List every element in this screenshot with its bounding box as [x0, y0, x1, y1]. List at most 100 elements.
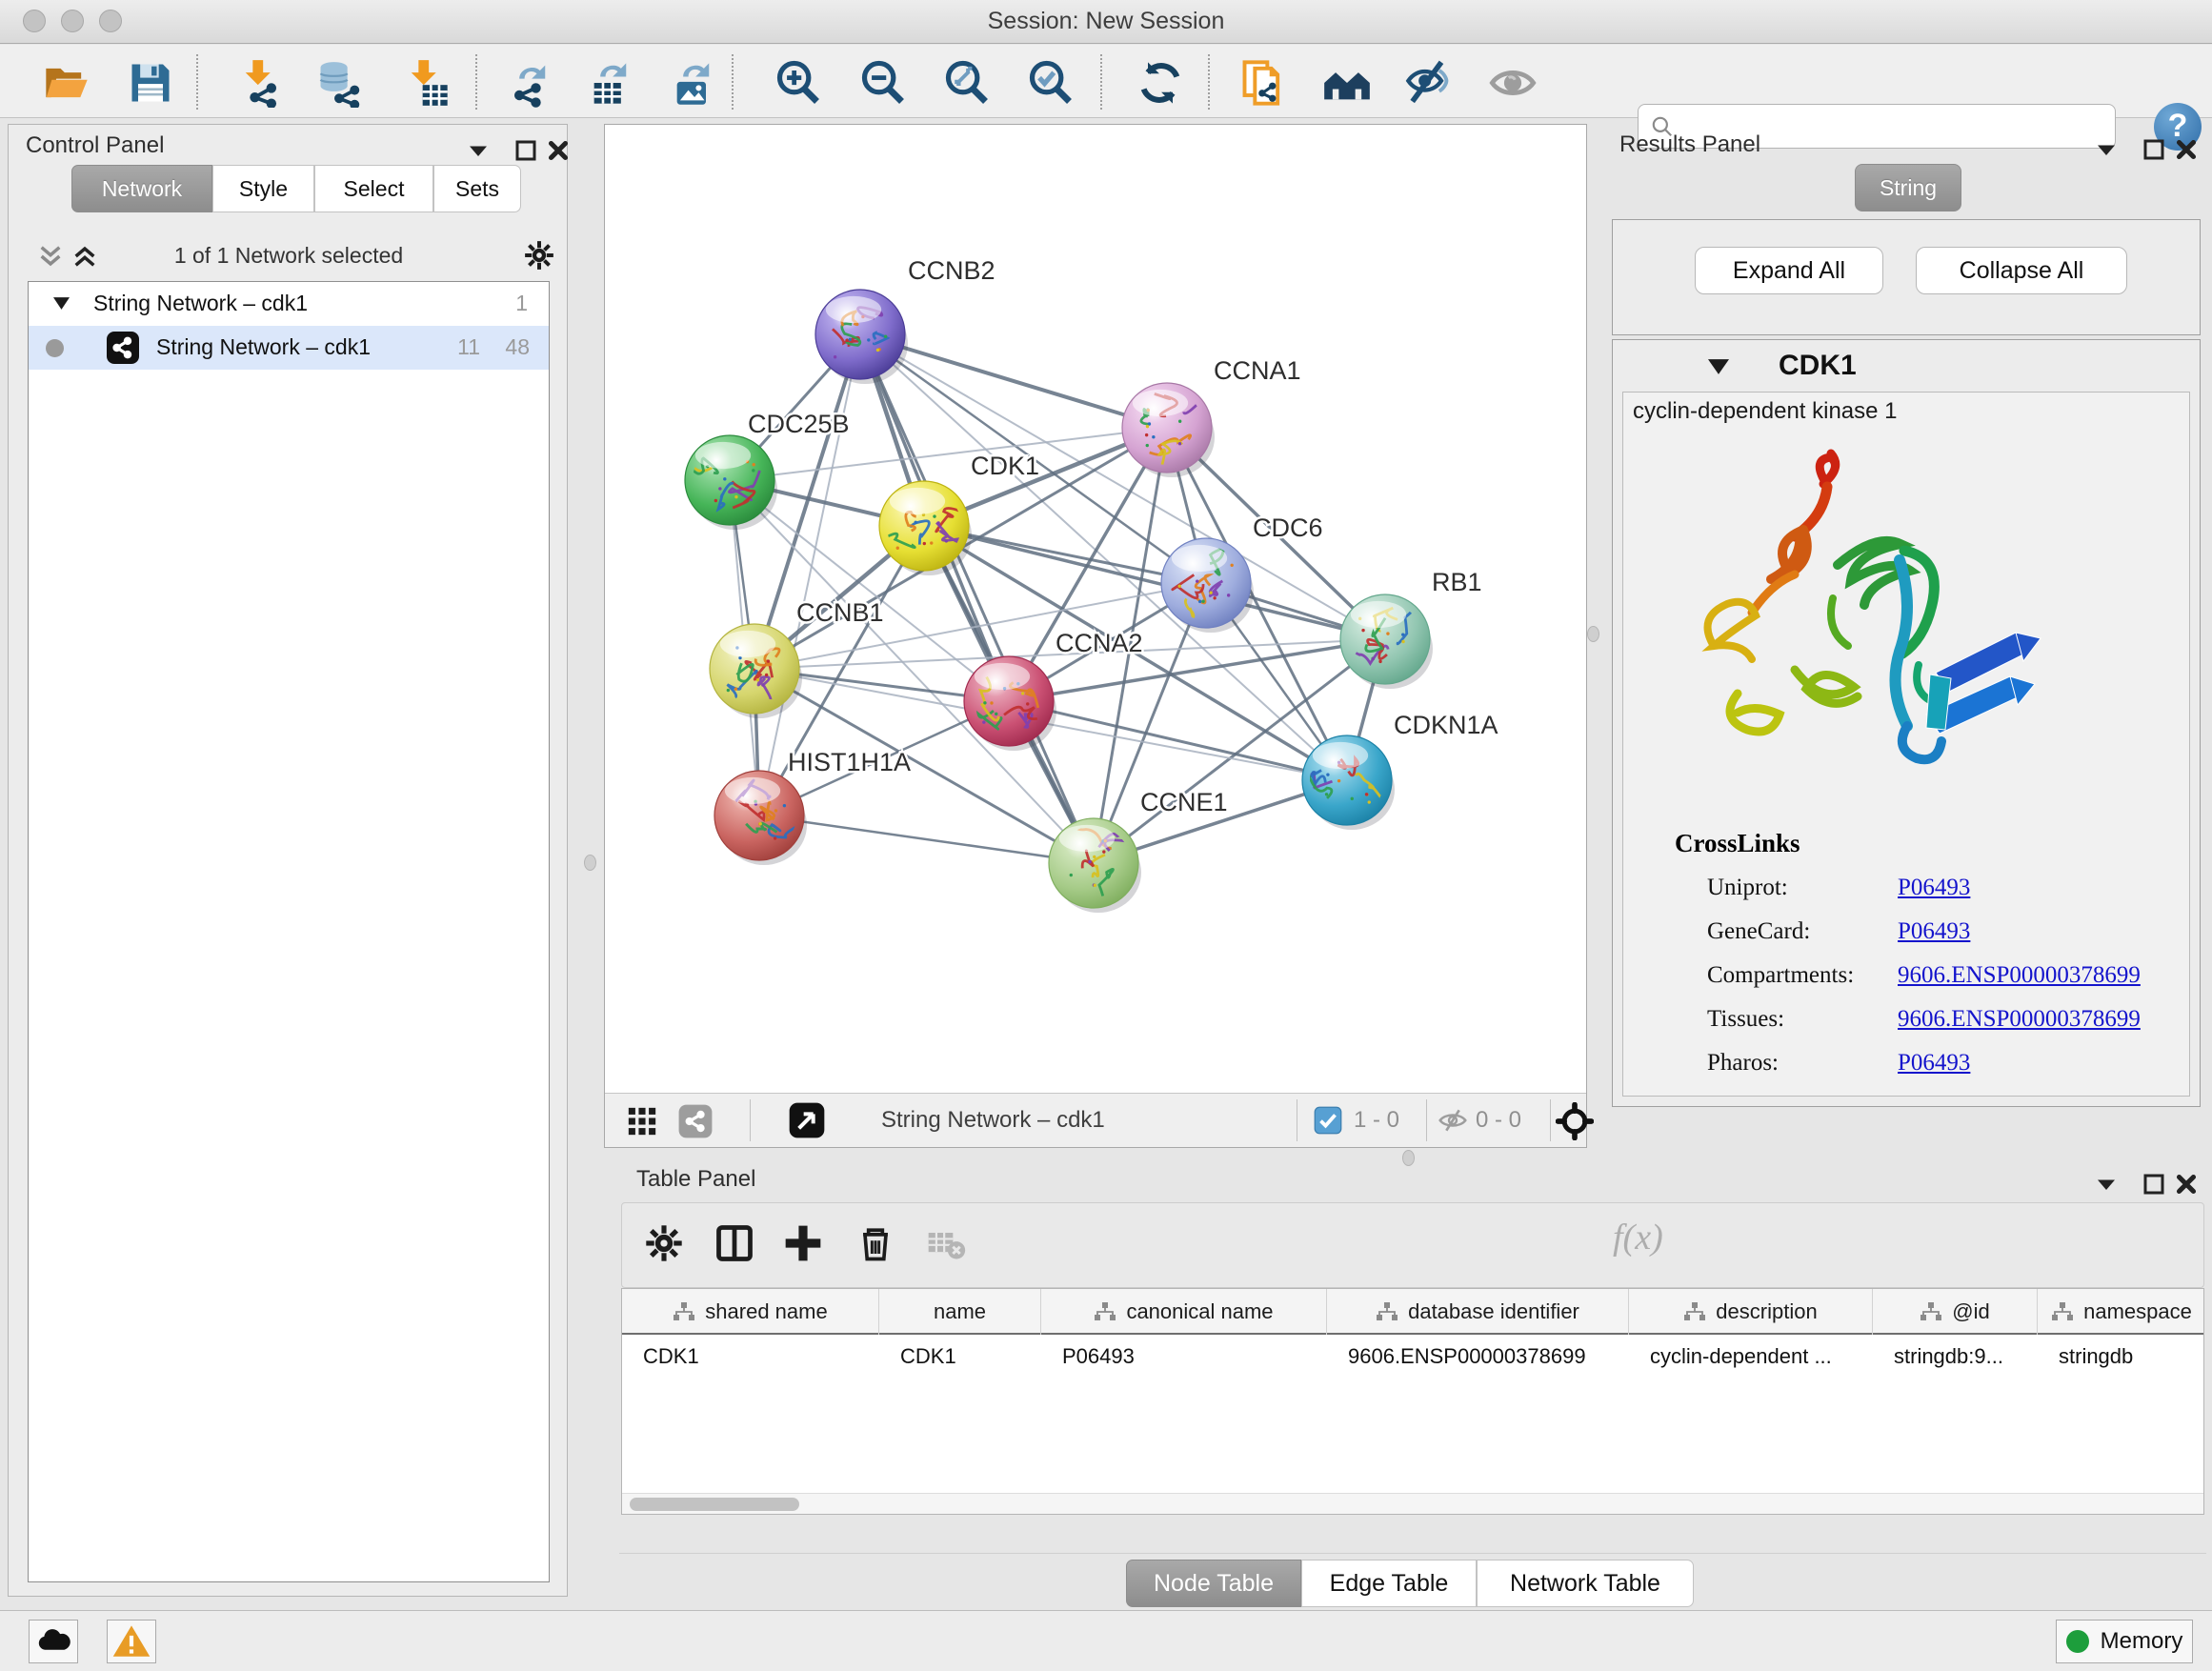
panel-menu-icon[interactable]	[2092, 1170, 2121, 1198]
save-session-icon[interactable]	[126, 58, 175, 108]
scrollbar-thumb[interactable]	[630, 1498, 799, 1511]
export-network-file-icon[interactable]	[505, 58, 554, 108]
zoom-in-icon[interactable]	[774, 58, 823, 108]
crosslink-link[interactable]: 9606.ENSP00000378699	[1898, 962, 2141, 989]
expand-all-networks-icon[interactable]	[70, 241, 98, 270]
network-edge[interactable]	[924, 526, 1385, 639]
network-node-ccna1[interactable]: CCNA1	[1122, 356, 1301, 477]
delete-column-icon[interactable]	[855, 1222, 902, 1270]
apply-layout-icon[interactable]	[1136, 58, 1185, 108]
network-node-cdk1[interactable]: CDK1	[871, 452, 1039, 575]
panel-menu-icon[interactable]	[464, 136, 493, 165]
horizontal-scrollbar[interactable]	[622, 1493, 2203, 1514]
column-header-canonical-name[interactable]: canonical name	[1041, 1289, 1327, 1335]
string-import-icon[interactable]	[1238, 58, 1288, 108]
column-header-namespace[interactable]: namespace	[2038, 1289, 2204, 1335]
share-view-icon[interactable]	[677, 1103, 706, 1132]
splitter-handle[interactable]	[1587, 626, 1599, 642]
column-header-shared-name[interactable]: shared name	[622, 1289, 879, 1335]
delete-table-icon[interactable]	[925, 1222, 973, 1270]
network-edge[interactable]	[759, 815, 1094, 863]
panel-float-icon[interactable]	[2140, 1170, 2168, 1198]
crosslink-link[interactable]: P06493	[1898, 1050, 1970, 1077]
crosslink-link[interactable]: P06493	[1898, 875, 1970, 901]
tab-edge-table[interactable]: Edge Table	[1301, 1560, 1477, 1607]
collapse-all-button[interactable]: Collapse All	[1916, 247, 2127, 294]
import-network-file-icon[interactable]	[236, 58, 286, 108]
result-disclosure-icon[interactable]	[1708, 359, 1729, 374]
protein-name: CDK1	[1779, 350, 1857, 382]
selected-checkbox-icon[interactable]	[1314, 1106, 1342, 1135]
expand-all-button[interactable]: Expand All	[1695, 247, 1883, 294]
memory-button[interactable]: Memory	[2056, 1620, 2193, 1663]
network-options-gear-icon[interactable]	[523, 239, 552, 268]
network-row-selected[interactable]: String Network – cdk1 11 48	[29, 326, 549, 370]
export-image-file-icon[interactable]	[669, 58, 718, 108]
add-column-icon[interactable]	[782, 1222, 830, 1270]
network-collection-row[interactable]: String Network – cdk1 1	[29, 282, 549, 326]
column-header-name[interactable]: name	[879, 1289, 1041, 1335]
tab-node-table[interactable]: Node Table	[1126, 1560, 1301, 1607]
panel-float-icon[interactable]	[512, 136, 540, 165]
network-canvas[interactable]: CCNB2CCNA1CDC25BCDK1CDC6RB1CCNB1CCNA2CDK…	[605, 125, 1586, 1093]
node-label: CCNE1	[1140, 788, 1228, 816]
crosslink-link[interactable]: 9606.ENSP00000378699	[1898, 1006, 2141, 1033]
warnings-button[interactable]	[107, 1620, 156, 1663]
tab-style[interactable]: Style	[212, 165, 314, 212]
collapse-all-networks-icon[interactable]	[35, 241, 64, 270]
network-edge[interactable]	[1009, 701, 1347, 780]
column-header-at-id[interactable]: @id	[1873, 1289, 2038, 1335]
panel-close-icon[interactable]	[2172, 1170, 2201, 1198]
tab-network-table[interactable]: Network Table	[1477, 1560, 1694, 1607]
network-view-toolbar: String Network – cdk1 1 - 0 0 - 0	[605, 1093, 1586, 1147]
crosslink-label: Uniprot:	[1707, 875, 1788, 901]
zoom-fit-icon[interactable]	[942, 58, 992, 108]
network-node-ccnb2[interactable]: CCNB2	[815, 256, 995, 384]
panel-menu-icon[interactable]	[2092, 135, 2121, 164]
panel-close-icon[interactable]	[2172, 135, 2201, 164]
birdseye-view-icon[interactable]	[788, 1101, 816, 1130]
panel-float-icon[interactable]	[2140, 135, 2168, 164]
column-header-description[interactable]: description	[1629, 1289, 1873, 1335]
cloud-button[interactable]	[29, 1620, 78, 1663]
crosslink-link[interactable]: P06493	[1898, 918, 1970, 945]
hide-graphics-details-icon[interactable]	[1404, 58, 1454, 108]
import-network-database-icon[interactable]	[314, 58, 364, 108]
houses-icon[interactable]	[1322, 58, 1372, 108]
tab-select[interactable]: Select	[314, 165, 433, 212]
network-edge[interactable]	[860, 334, 1094, 863]
export-table-file-icon[interactable]	[586, 58, 635, 108]
show-columns-icon[interactable]	[714, 1222, 761, 1270]
table-row[interactable]: CDK1 CDK1 P06493 9606.ENSP00000378699 cy…	[622, 1335, 2203, 1379]
network-node-cdc6[interactable]: CDC6	[1161, 513, 1323, 633]
zoom-selected-icon[interactable]	[1026, 58, 1076, 108]
network-node-rb1[interactable]: RB1	[1340, 568, 1482, 689]
zoom-out-icon[interactable]	[858, 58, 908, 108]
network-edge[interactable]	[759, 334, 860, 815]
panel-close-icon[interactable]	[544, 136, 573, 165]
network-node-cdkn1a[interactable]: CDKN1A	[1298, 711, 1498, 830]
fit-target-icon[interactable]	[1556, 1102, 1584, 1131]
tab-network[interactable]: Network	[71, 165, 212, 212]
network-selection-status: 1 of 1 Network selected	[127, 243, 451, 269]
function-builder-icon[interactable]: f(x)	[1613, 1217, 1663, 1258]
table-settings-gear-icon[interactable]	[643, 1222, 691, 1270]
grid-view-icon[interactable]	[626, 1105, 654, 1134]
column-header-database-identifier[interactable]: database identifier	[1327, 1289, 1629, 1335]
crosslink-row: Uniprot: P06493	[1623, 875, 2189, 918]
network-node-hist1h1a[interactable]: HIST1H1A	[714, 748, 911, 865]
open-session-icon[interactable]	[42, 58, 91, 108]
splitter-handle[interactable]	[584, 855, 596, 871]
collection-disclosure-icon[interactable]	[53, 297, 70, 310]
network-node-ccnb1[interactable]: CCNB1	[710, 598, 884, 718]
panel-divider	[619, 1553, 2206, 1554]
hidden-counter: 0 - 0	[1476, 1107, 1521, 1134]
memory-status-dot	[2066, 1630, 2089, 1653]
hidden-eye-icon[interactable]	[1438, 1105, 1466, 1134]
crosslink-label: Tissues:	[1707, 1006, 1784, 1033]
memory-label: Memory	[2101, 1628, 2183, 1655]
tab-string[interactable]: String	[1855, 164, 1961, 211]
tab-sets[interactable]: Sets	[433, 165, 521, 212]
show-graphics-details-icon[interactable]	[1488, 58, 1538, 108]
import-table-file-icon[interactable]	[402, 58, 452, 108]
